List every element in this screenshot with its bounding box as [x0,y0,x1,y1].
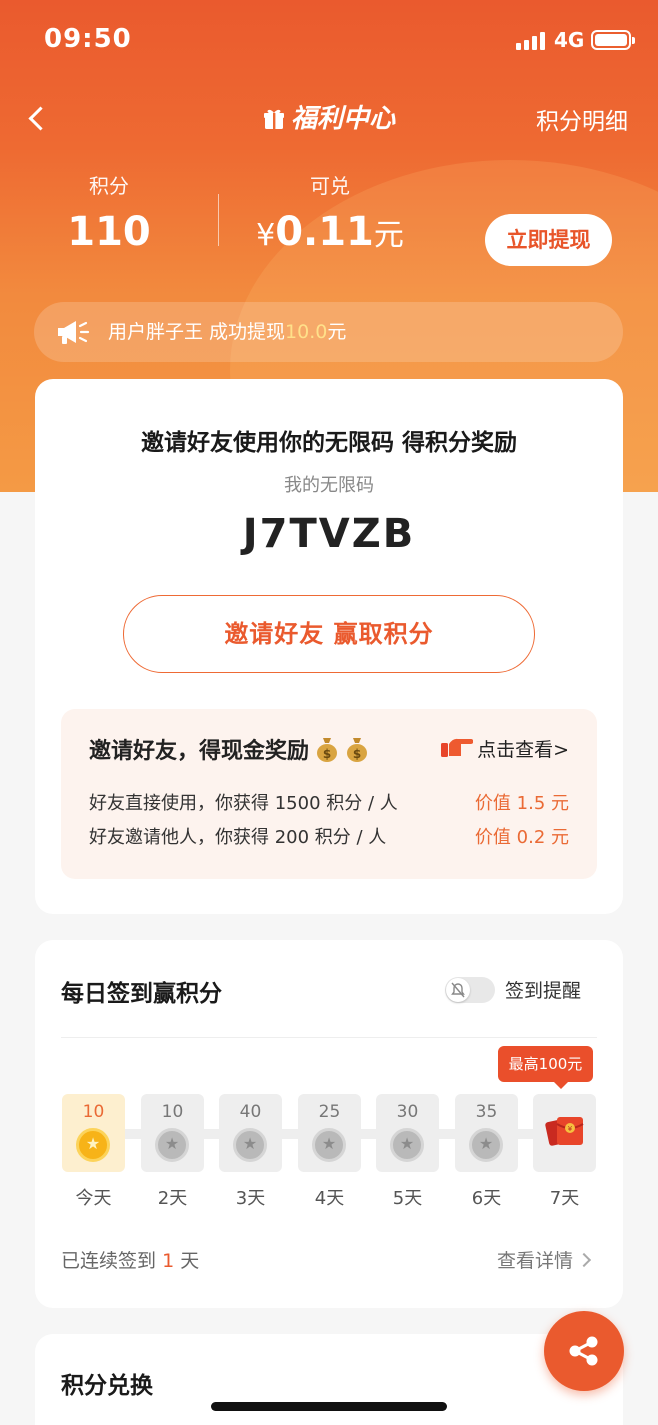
megaphone-icon [58,321,90,344]
streak-text: 已连续签到 1 天 [61,1246,199,1273]
divider [218,194,219,246]
streak-prefix: 已连续签到 [61,1250,157,1272]
withdraw-notice: 用户胖子王 成功提现10.0元 [34,302,623,362]
day-label: 3天 [235,1188,266,1209]
home-indicator[interactable] [211,1402,447,1411]
reward-row-value: 价值 1.5 元 [474,793,569,814]
status-bar: 09:50 4G [0,0,658,80]
chevron-right-icon [576,1252,592,1268]
nav-bar: 福利中心 积分明细 [0,88,658,148]
day-points: 40 [239,1102,262,1122]
coin-star-icon [469,1128,503,1162]
day-points: 10 [82,1102,105,1122]
reward-box: 邀请好友，得现金奖励 $ $ 点击查看> 好友直接使用，你获得 1500 积分 / … [61,709,597,879]
reward-title: 邀请好友，得现金奖励 $ $ [89,733,369,765]
svg-text:$: $ [323,747,331,761]
checkin-day[interactable]: 10 [141,1094,204,1172]
reward-row-text: 好友直接使用，你获得 1500 积分 / 人 [89,793,398,814]
streak-suffix: 天 [180,1250,200,1272]
reward-row-text: 好友邀请他人，你获得 200 积分 / 人 [89,827,387,848]
battery-icon [591,30,635,50]
share-button[interactable] [544,1311,624,1391]
invite-friends-button[interactable]: 邀请好友 赢取积分 [123,595,535,673]
max-reward-badge: 最高100元 [498,1046,593,1089]
reward-title-text: 邀请好友，得现金奖励 [89,739,310,764]
exchange-card: 积分兑换 [35,1334,623,1425]
signal-icon [516,32,548,50]
reward-row: 好友邀请他人，你获得 200 积分 / 人 价值 0.2 元 [89,823,569,849]
day-label: 6天 [471,1188,502,1209]
invite-card: 邀请好友使用你的无限码 得积分奖励 我的无限码 J7TVZB 邀请好友 赢取积分… [35,379,623,914]
checkin-card: 每日签到赢积分 签到提醒 最高100元 10 10 40 25 30 35 ¥ … [35,940,623,1308]
moneybag-icon: $ [347,738,368,762]
red-envelope-icon: ¥ [545,1117,584,1146]
exchange-amount: 0.11 [275,209,374,255]
moneybag-icon: $ [317,738,338,762]
bell-off-icon [451,982,465,998]
day-label: 今天 [75,1188,112,1209]
streak-count: 1 [162,1250,175,1272]
points-value: 110 [67,209,151,255]
svg-text:$: $ [353,747,361,761]
invite-code[interactable]: J7TVZB [35,511,623,557]
reward-row-value: 价值 0.2 元 [474,827,569,848]
withdraw-button[interactable]: 立即提现 [485,214,612,266]
exchange-label: 可兑 [310,174,350,198]
points-col: 积分 110 [60,170,158,255]
checkin-title: 每日签到赢积分 [61,981,222,1007]
day-points: 30 [396,1102,419,1122]
currency-symbol: ¥ [256,218,276,253]
reward-link-text: 点击查看> [477,739,569,761]
reward-detail-link[interactable]: 点击查看> [441,735,569,762]
status-time: 09:50 [44,24,132,54]
invite-code-label: 我的无限码 [284,475,374,496]
coin-star-icon [390,1128,424,1162]
network-type: 4G [554,28,585,52]
share-icon [569,1336,598,1366]
points-label: 积分 [89,174,129,198]
notice-unit: 元 [327,321,347,343]
day-label: 7天 [549,1188,580,1209]
exchange-title: 积分兑换 [61,1373,153,1399]
points-detail-link[interactable]: 积分明细 [536,102,628,136]
notice-amount: 10.0 [285,321,328,343]
remind-label: 签到提醒 [505,980,582,1002]
invite-title: 邀请好友使用你的无限码 得积分奖励 [140,430,517,456]
checkin-day[interactable]: ¥ [533,1094,596,1172]
day-points: 10 [161,1102,184,1122]
remind-toggle[interactable] [445,977,495,1003]
gift-icon [263,109,284,129]
notice-text: 用户胖子王 成功提现 [108,321,286,343]
coin-star-icon [155,1128,189,1162]
exchange-value: ¥0.11元 [256,209,404,255]
checkin-day[interactable]: 35 [455,1094,518,1172]
day-points: 25 [318,1102,341,1122]
exchange-col: 可兑 ¥0.11元 [256,170,404,255]
checkin-day[interactable]: 30 [376,1094,439,1172]
pointing-hand-icon [441,738,474,757]
checkin-day[interactable]: 25 [298,1094,361,1172]
day-label: 4天 [314,1188,345,1209]
coin-star-icon [233,1128,267,1162]
checkin-day[interactable]: 10 [62,1094,125,1172]
points-summary: 积分 110 可兑 ¥0.11元 立即提现 [0,170,658,270]
checkin-day[interactable]: 40 [219,1094,282,1172]
divider [61,1037,597,1038]
day-label: 2天 [157,1188,188,1209]
exchange-unit: 元 [373,218,404,253]
coin-star-icon [76,1128,110,1162]
checkin-detail-text: 查看详情 [496,1250,573,1272]
day-points: 35 [475,1102,498,1122]
reward-row: 好友直接使用，你获得 1500 积分 / 人 价值 1.5 元 [89,789,569,815]
checkin-detail-link[interactable]: 查看详情 [496,1246,592,1273]
svg-text:¥: ¥ [568,1125,573,1133]
toggle-knob [446,978,470,1002]
page-title-text: 福利中心 [290,104,395,134]
day-label: 5天 [392,1188,423,1209]
coin-star-icon [312,1128,346,1162]
